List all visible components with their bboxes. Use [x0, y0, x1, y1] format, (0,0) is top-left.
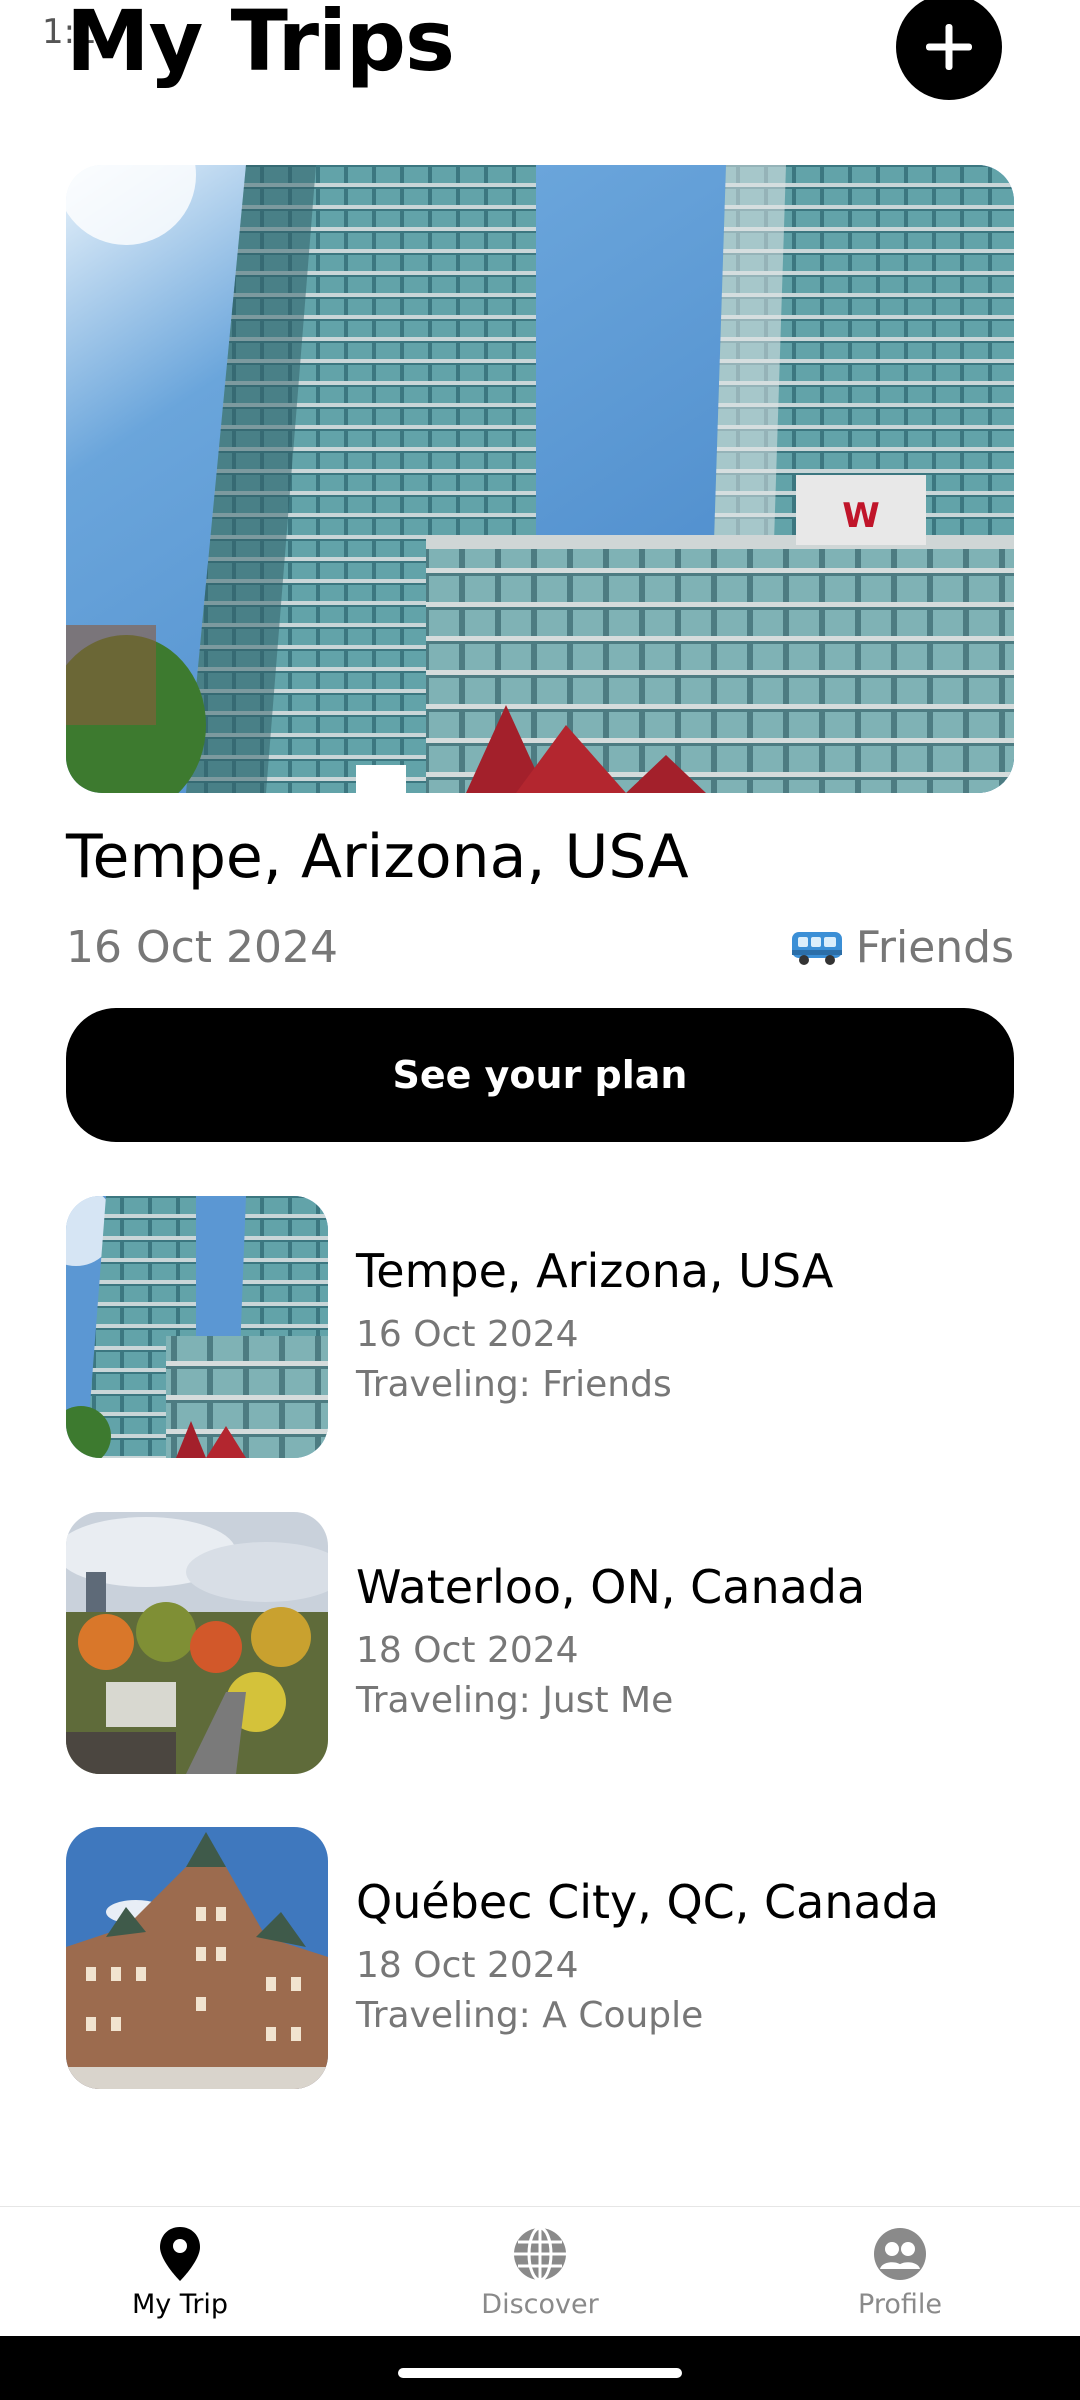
nav-item-profile[interactable]: Profile — [720, 2207, 1080, 2337]
trip-date: 16 Oct 2024 — [356, 1314, 579, 1355]
svg-text:W: W — [842, 496, 880, 536]
map-pin-icon — [160, 2227, 200, 2281]
people-icon — [874, 2228, 926, 2280]
trip-name: Québec City, QC, Canada — [356, 1875, 940, 1929]
nav-label-discover: Discover — [481, 2289, 599, 2320]
trip-traveling: Traveling: Just Me — [356, 1680, 674, 1721]
trip-name: Waterloo, ON, Canada — [356, 1560, 866, 1614]
page-title: My Trips — [66, 0, 455, 90]
trip-list-item[interactable]: Waterloo, ON, Canada 18 Oct 2024 Traveli… — [66, 1512, 1014, 1774]
trip-name: Tempe, Arizona, USA — [356, 1244, 834, 1298]
featured-trip-image[interactable]: W — [66, 165, 1014, 793]
nav-item-my-trip[interactable]: My Trip — [0, 2207, 360, 2337]
globe-icon — [514, 2226, 566, 2282]
trip-thumbnail — [66, 1196, 328, 1458]
trip-list-item[interactable]: Tempe, Arizona, USA 16 Oct 2024 Travelin… — [66, 1196, 1014, 1458]
trip-traveling: Traveling: A Couple — [356, 1995, 704, 2036]
trip-list-item[interactable]: Québec City, QC, Canada 18 Oct 2024 Trav… — [66, 1827, 1014, 2089]
featured-trip-title: Tempe, Arizona, USA — [66, 822, 689, 892]
city-buildings-thumbnail — [66, 1196, 328, 1458]
bus-icon — [791, 931, 842, 965]
add-trip-button[interactable] — [896, 0, 1002, 100]
companion-label: Friends — [855, 922, 1014, 973]
autumn-town-thumbnail — [66, 1512, 328, 1774]
featured-trip-date: 16 Oct 2024 — [66, 922, 339, 973]
see-your-plan-button[interactable]: See your plan — [66, 1008, 1014, 1142]
home-gesture-handle[interactable] — [398, 2368, 682, 2378]
nav-item-discover[interactable]: Discover — [360, 2207, 720, 2337]
trip-thumbnail — [66, 1512, 328, 1774]
system-gesture-area — [0, 2336, 1080, 2400]
featured-trip-companion: Friends — [790, 922, 1014, 973]
chateau-thumbnail — [66, 1827, 328, 2089]
trip-date: 18 Oct 2024 — [356, 1945, 579, 1986]
trip-thumbnail — [66, 1827, 328, 2089]
trip-traveling: Traveling: Friends — [356, 1364, 672, 1405]
trip-date: 18 Oct 2024 — [356, 1630, 579, 1671]
nav-label-my-trip: My Trip — [131, 2289, 229, 2320]
city-buildings-image: W — [66, 165, 1014, 793]
bottom-nav: My Trip Discover Profile — [0, 2206, 1080, 2337]
nav-label-profile: Profile — [858, 2289, 942, 2320]
